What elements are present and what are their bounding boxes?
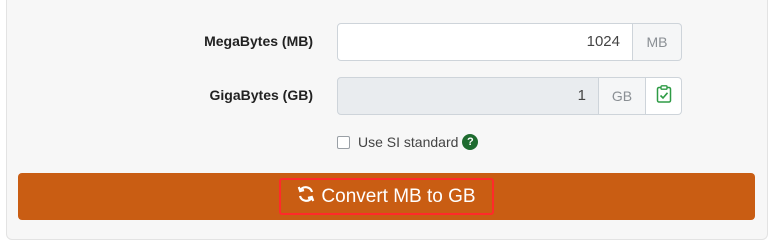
gigabytes-input-group: 1 GB xyxy=(337,77,682,115)
megabytes-label: MegaBytes (MB) xyxy=(204,33,313,49)
gigabytes-output[interactable]: 1 xyxy=(337,77,599,115)
si-standard-label[interactable]: Use SI standard xyxy=(358,134,458,150)
si-standard-option: Use SI standard ? xyxy=(337,134,479,150)
convert-button[interactable]: Convert MB to GB xyxy=(18,173,755,220)
copy-result-button[interactable] xyxy=(646,77,682,115)
gigabytes-unit: GB xyxy=(599,77,646,115)
si-standard-checkbox[interactable] xyxy=(337,135,350,149)
megabytes-unit: MB xyxy=(633,23,682,61)
convert-button-label: Convert MB to GB xyxy=(321,185,476,207)
gigabytes-label: GigaBytes (GB) xyxy=(209,87,313,103)
refresh-icon xyxy=(297,185,315,209)
megabytes-input[interactable]: 1024 xyxy=(337,23,633,61)
megabytes-input-group: 1024 MB xyxy=(337,23,682,61)
clipboard-check-icon xyxy=(656,84,672,108)
question-circle-icon[interactable]: ? xyxy=(462,134,479,150)
convert-button-highlight[interactable]: Convert MB to GB xyxy=(279,178,494,215)
